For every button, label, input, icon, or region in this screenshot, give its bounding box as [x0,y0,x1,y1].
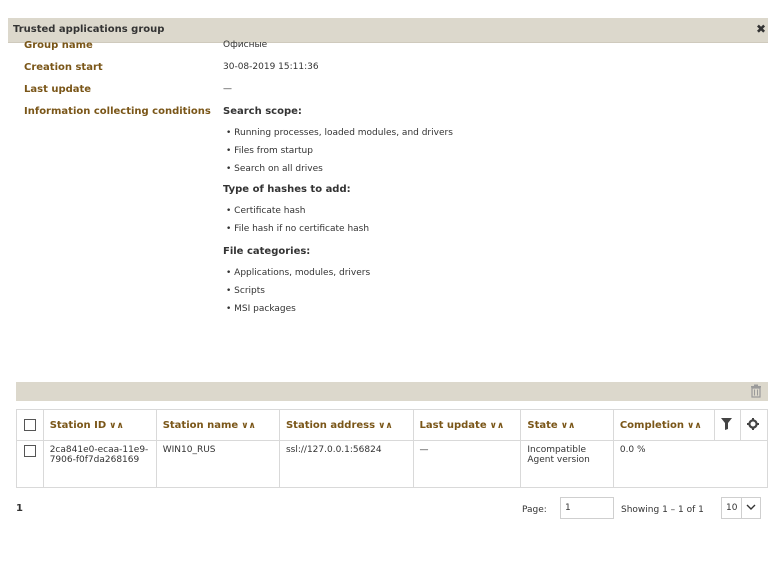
dialog-titlebar: Trusted applications group ✖ [8,18,768,43]
last-update-label: Last update [24,84,92,95]
page-input[interactable] [560,497,614,519]
cell-station-name: WIN10_RUS [155,440,280,488]
filter-icon[interactable] [720,417,732,433]
cell-state: Incompatible Agent version [520,440,614,488]
file-categories-heading: File categories: [223,246,311,257]
page-size-value: 10 [726,503,738,513]
hash-types-heading: Type of hashes to add: [223,184,351,195]
hash-type-item: • Certificate hash [226,206,306,216]
trusted-apps-dialog: Trusted applications group ✖ [8,18,768,576]
sort-icon[interactable]: ∨∧ [378,421,393,431]
table-footer: 1 Page: Showing 1 – 1 of 1 10 [16,497,768,523]
conditions-label: Information collecting conditions [24,106,211,117]
column-header-last-update[interactable]: Last update ∨∧ [412,409,522,441]
column-header-station-address[interactable]: Station address ∨∧ [278,409,414,441]
dialog-title: Trusted applications group [13,24,165,35]
search-scope-heading: Search scope: [223,106,302,117]
page-size-select[interactable]: 10 [721,497,761,519]
last-update-value: — [223,84,232,94]
cell-station-id: 2ca841e0-ecaa-11e9-7906-f0f7da268169 [42,440,157,488]
file-category-item: • MSI packages [226,304,296,314]
table-toolbar [16,382,768,401]
column-header-station-name[interactable]: Station name ∨∧ [155,409,280,441]
group-name-label: Group name [24,40,93,51]
file-category-item: • Scripts [226,286,265,296]
cell-completion: 0.0 % [612,440,768,488]
search-scope-item: • Files from startup [226,146,313,156]
table-header-row: Station ID ∨∧ Station name ∨∧ Station addr… [16,409,768,441]
sort-icon[interactable]: ∨∧ [561,421,576,431]
column-header-station-id[interactable]: Station ID ∨∧ [42,409,157,441]
sort-icon[interactable]: ∨∧ [490,421,505,431]
file-category-item: • Applications, modules, drivers [226,268,371,278]
creation-start-label: Creation start [24,62,103,73]
page-label: Page: [522,505,547,515]
chevron-down-icon[interactable] [741,498,760,518]
cell-station-address: ssl://127.0.0.1:56824 [278,440,414,488]
showing-label: Showing 1 – 1 of 1 [621,505,704,515]
row-checkbox[interactable] [24,445,36,457]
gear-icon[interactable] [747,417,760,433]
table-row[interactable]: 2ca841e0-ecaa-11e9-7906-f0f7da268169 WIN… [16,440,768,488]
total-count: 1 [16,503,23,514]
search-scope-item: • Search on all drives [226,164,323,174]
cell-last-update: — [412,440,522,488]
creation-start-value: 30-08-2019 15:11:36 [223,62,319,72]
sort-icon[interactable]: ∨∧ [241,421,256,431]
hash-type-item: • File hash if no certificate hash [226,224,370,234]
column-header-state[interactable]: State ∨∧ [520,409,614,441]
column-header-completion[interactable]: Completion ∨∧ [612,409,715,441]
close-icon[interactable]: ✖ [756,22,766,36]
stations-table: Station ID ∨∧ Station name ∨∧ Station addr… [16,409,768,488]
group-name-value: Офисные [223,40,268,50]
select-all-checkbox[interactable] [24,419,36,431]
sort-icon[interactable]: ∨∧ [687,421,702,431]
sort-icon[interactable]: ∨∧ [109,421,124,431]
trash-icon[interactable] [750,384,762,398]
search-scope-item: • Running processes, loaded modules, and… [226,128,453,138]
